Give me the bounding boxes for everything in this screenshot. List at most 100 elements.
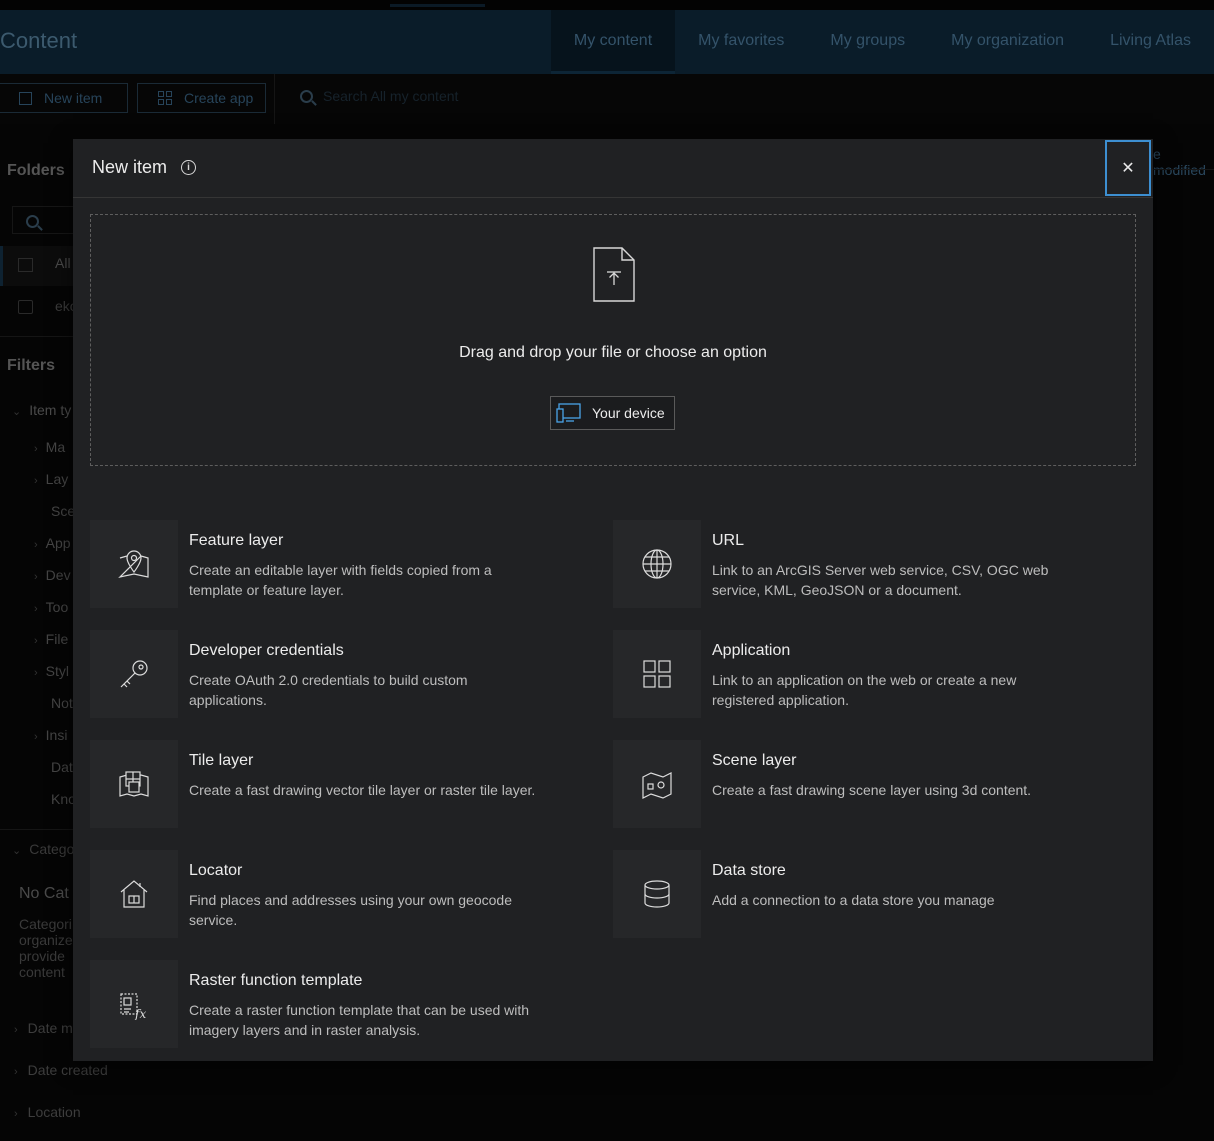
tab-my-groups[interactable]: My groups bbox=[807, 10, 928, 74]
new-item-button[interactable]: New item bbox=[0, 83, 128, 113]
toolbar-divider bbox=[274, 74, 275, 124]
chevron-down-icon: ⌄ bbox=[12, 406, 22, 418]
page-title: Content bbox=[0, 28, 78, 53]
create-app-button[interactable]: Create app bbox=[137, 83, 266, 113]
option-raster-function-template[interactable]: fx Raster function template Create a ras… bbox=[90, 960, 540, 1050]
option-title: Raster function template bbox=[189, 972, 363, 989]
option-tile-layer[interactable]: Tile layer Create a fast drawing vector … bbox=[90, 740, 540, 830]
sidebar-divider bbox=[0, 336, 74, 337]
option-title: URL bbox=[712, 532, 745, 549]
option-locator[interactable]: Locator Find places and addresses using … bbox=[90, 850, 540, 940]
option-description: Create a fast drawing scene layer using … bbox=[712, 782, 1032, 798]
raster-function-icon: fx bbox=[120, 993, 146, 1020]
svg-text:fx: fx bbox=[134, 1007, 146, 1020]
option-scene-layer[interactable]: Scene layer Create a fast drawing scene … bbox=[613, 740, 1063, 830]
content-tabs: My content My favorites My groups My org… bbox=[550, 10, 1214, 74]
item-type-0[interactable]: › Ma bbox=[34, 439, 65, 455]
sort-divider bbox=[1153, 169, 1214, 170]
tab-my-organization[interactable]: My organization bbox=[928, 10, 1087, 74]
option-description: Create OAuth 2.0 credentials to build cu… bbox=[189, 672, 468, 708]
item-type-8[interactable]: Not bbox=[51, 695, 73, 711]
house-locator-icon bbox=[120, 880, 148, 908]
search-placeholder: Search All my content bbox=[323, 88, 459, 104]
no-categories-title: No Cat bbox=[19, 885, 69, 902]
drop-instructions: Drag and drop your file or choose an opt… bbox=[459, 344, 767, 361]
device-icon bbox=[556, 403, 581, 423]
tab-living-atlas[interactable]: Living Atlas bbox=[1087, 10, 1214, 74]
tab-my-content[interactable]: My content bbox=[550, 10, 676, 74]
new-item-dialog: New item i ✕ Drag and drop your file or … bbox=[73, 139, 1153, 1061]
your-device-button[interactable]: Your device bbox=[550, 396, 675, 430]
categories-description: Categori organize provide content bbox=[19, 916, 73, 980]
search-icon bbox=[26, 215, 39, 228]
option-developer-credentials[interactable]: Developer credentials Create OAuth 2.0 c… bbox=[90, 630, 540, 720]
folder-all-label[interactable]: All bbox=[55, 255, 71, 271]
option-data-store[interactable]: Data store Add a connection to a data st… bbox=[613, 850, 1063, 940]
option-description: Find places and addresses using your own… bbox=[189, 892, 512, 928]
map-pin-icon bbox=[118, 550, 149, 579]
close-icon: ✕ bbox=[1121, 160, 1135, 177]
key-icon bbox=[120, 660, 148, 688]
apps-grid-icon bbox=[643, 660, 671, 688]
filter-date-modified[interactable]: › Date m bbox=[14, 1020, 73, 1036]
categories-heading[interactable]: ⌄ Catego bbox=[12, 841, 74, 857]
option-description: Link to an ArcGIS Server web service, CS… bbox=[712, 562, 1049, 598]
option-description: Create a fast drawing vector tile layer … bbox=[189, 782, 536, 798]
item-type-1[interactable]: › Lay bbox=[34, 471, 68, 487]
item-type-5[interactable]: › Too bbox=[34, 599, 68, 615]
search-icon bbox=[300, 89, 313, 103]
file-upload-icon bbox=[593, 247, 635, 302]
option-title: Scene layer bbox=[712, 752, 797, 769]
option-title: Feature layer bbox=[189, 532, 284, 549]
option-description: Create a raster function template that c… bbox=[189, 1002, 530, 1038]
item-type-3[interactable]: › App bbox=[34, 535, 71, 551]
home-icon bbox=[18, 300, 33, 314]
item-type-heading[interactable]: ⌄ Item ty bbox=[12, 402, 71, 418]
folders-heading: Folders bbox=[7, 162, 65, 179]
item-type-6[interactable]: › File bbox=[34, 631, 68, 647]
option-description: Link to an application on the web or cre… bbox=[712, 672, 1017, 708]
info-icon[interactable]: i bbox=[181, 160, 196, 175]
sort-label[interactable]: e modified bbox=[1153, 146, 1214, 178]
folder-search-input[interactable] bbox=[12, 206, 74, 234]
folders-icon bbox=[18, 258, 33, 272]
close-button[interactable]: ✕ bbox=[1105, 140, 1151, 196]
plus-square-icon bbox=[19, 91, 32, 105]
option-feature-layer[interactable]: Feature layer Create an editable layer w… bbox=[90, 520, 540, 610]
item-type-7[interactable]: › Styl bbox=[34, 663, 69, 679]
sidebar: Folders All eko Filters ⌄ Item ty › Ma › La… bbox=[0, 124, 78, 1141]
content-toolbar: New item Create app Search All my conten… bbox=[0, 74, 1214, 124]
globe-icon bbox=[642, 549, 672, 579]
item-type-9[interactable]: › Insi bbox=[34, 727, 67, 743]
chevron-down-icon: ⌄ bbox=[12, 845, 22, 857]
option-description: Create an editable layer with fields cop… bbox=[189, 562, 492, 598]
scene-layer-icon bbox=[642, 772, 672, 799]
option-title: Application bbox=[712, 642, 791, 659]
your-device-label: Your device bbox=[592, 405, 665, 421]
tile-layer-icon bbox=[119, 771, 149, 797]
option-title: Tile layer bbox=[189, 752, 254, 769]
apps-grid-icon bbox=[158, 91, 172, 105]
item-type-2[interactable]: Sce bbox=[51, 503, 75, 519]
option-title: Data store bbox=[712, 862, 786, 879]
file-drop-zone[interactable]: Drag and drop your file or choose an opt… bbox=[90, 214, 1136, 466]
item-type-10[interactable]: Dat bbox=[51, 759, 73, 775]
database-icon bbox=[644, 880, 670, 908]
option-description: Add a connection to a data store you man… bbox=[712, 892, 995, 908]
filter-date-created[interactable]: › Date created bbox=[14, 1062, 108, 1078]
item-type-4[interactable]: › Dev bbox=[34, 567, 71, 583]
sidebar-divider bbox=[0, 829, 74, 830]
option-title: Developer credentials bbox=[189, 642, 344, 659]
option-title: Locator bbox=[189, 862, 243, 879]
filter-location[interactable]: › Location bbox=[14, 1104, 81, 1120]
option-url[interactable]: URL Link to an ArcGIS Server web service… bbox=[613, 520, 1063, 610]
new-item-label: New item bbox=[44, 90, 103, 106]
tab-my-favorites[interactable]: My favorites bbox=[675, 10, 807, 74]
content-header: Content My content My favorites My group… bbox=[0, 10, 1214, 74]
content-search-input[interactable]: Search All my content bbox=[300, 88, 458, 104]
top-bar bbox=[0, 0, 1214, 10]
filters-heading: Filters bbox=[7, 357, 56, 374]
dialog-header: New item i ✕ bbox=[73, 139, 1153, 198]
option-application[interactable]: Application Link to an application on th… bbox=[613, 630, 1063, 720]
dialog-title: New item bbox=[92, 157, 168, 177]
